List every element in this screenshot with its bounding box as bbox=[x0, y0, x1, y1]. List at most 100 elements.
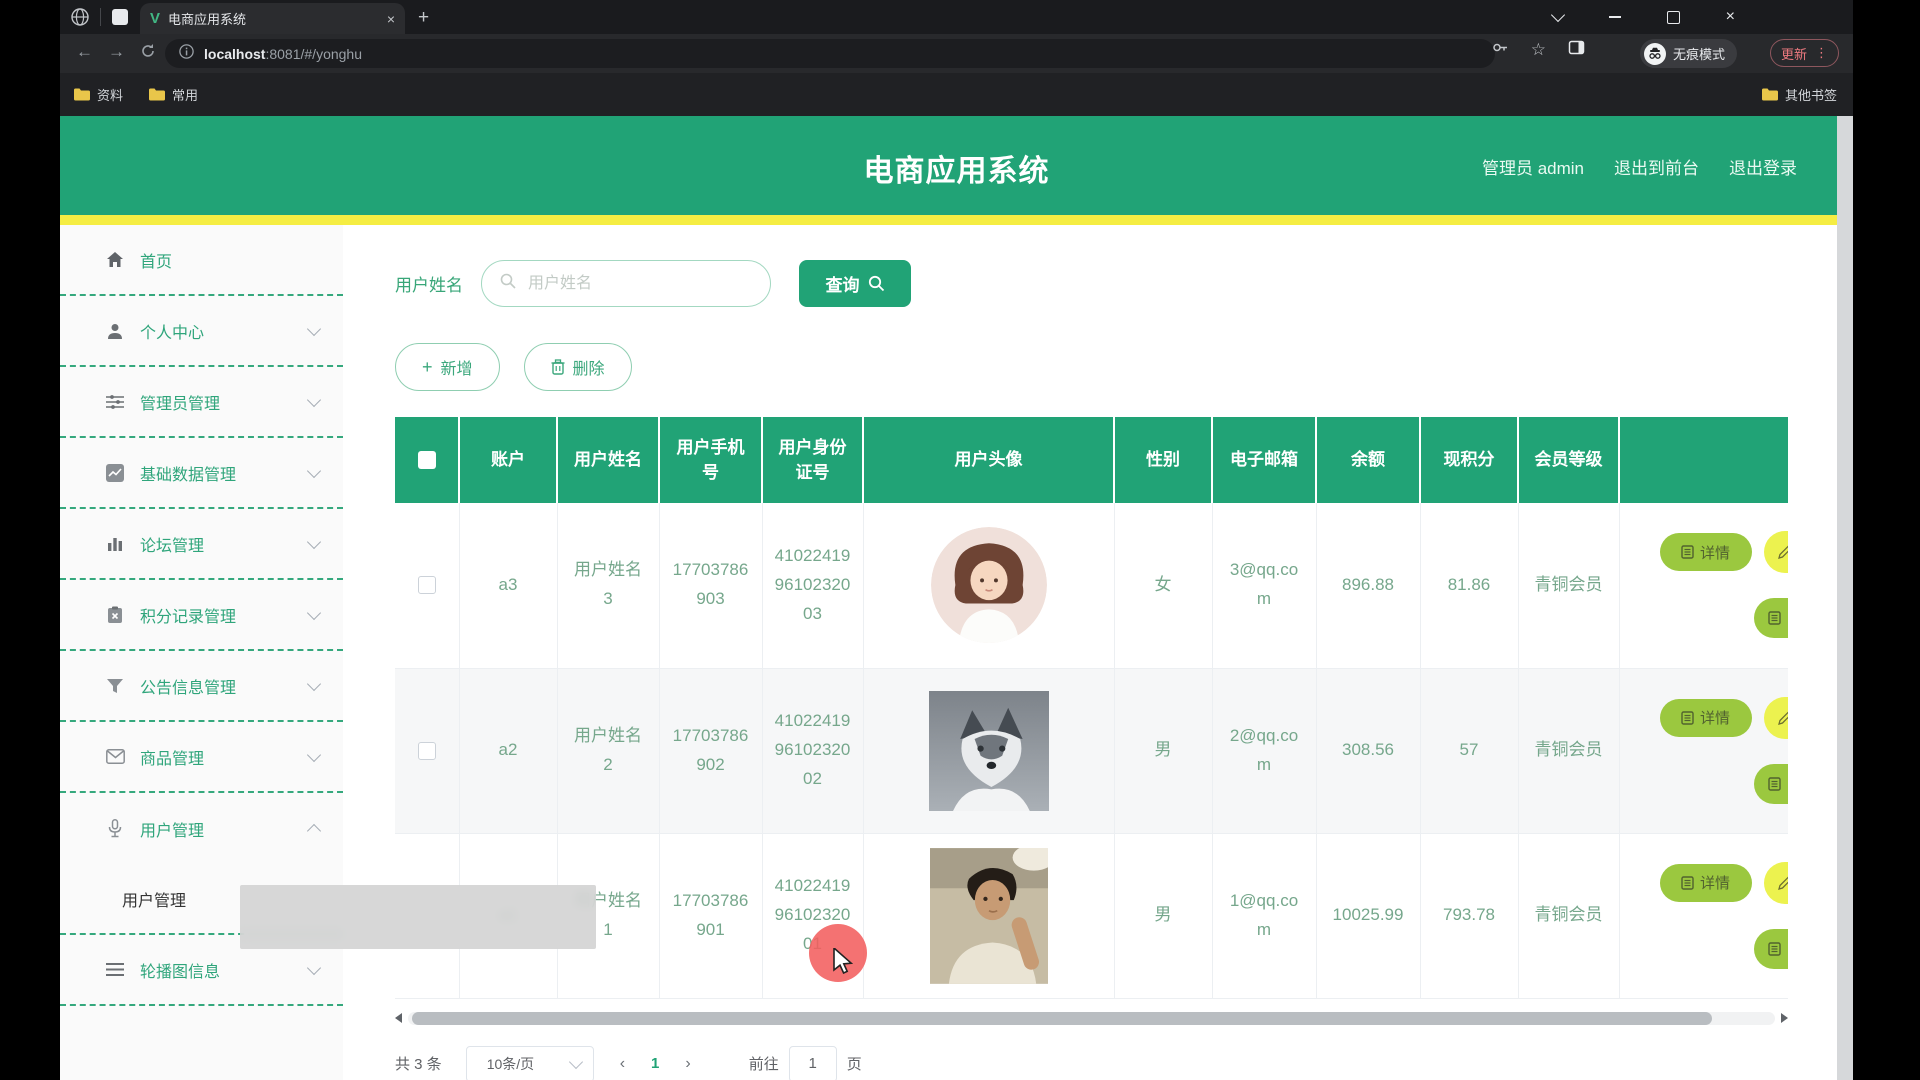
window-close-icon[interactable]: × bbox=[1726, 9, 1735, 25]
row-checkbox[interactable] bbox=[418, 742, 436, 760]
sidebar-item-admin-management[interactable]: 管理员管理 bbox=[60, 367, 343, 438]
cell-actions: 详情 bbox=[1619, 503, 1788, 668]
search-input[interactable] bbox=[481, 260, 771, 307]
sliders-icon bbox=[104, 394, 126, 410]
cell-actions: 详情 bbox=[1619, 833, 1788, 998]
document-icon bbox=[1768, 777, 1781, 791]
forward-icon[interactable]: → bbox=[108, 42, 125, 62]
chevron-down-icon bbox=[307, 960, 321, 974]
sidebar-item-announcements[interactable]: 公告信息管理 bbox=[60, 651, 343, 722]
url-path: :8081/#/yonghu bbox=[265, 46, 362, 62]
bookmark-label: 资料 bbox=[97, 85, 123, 104]
sidebar-item-products[interactable]: 商品管理 bbox=[60, 722, 343, 793]
delete-row-button[interactable] bbox=[1754, 598, 1789, 638]
prev-page-button[interactable]: ‹ bbox=[620, 1055, 625, 1073]
sidebar-item-label: 管理员管理 bbox=[140, 390, 309, 414]
trash-icon bbox=[551, 359, 565, 375]
add-button[interactable]: + 新增 bbox=[395, 343, 500, 391]
sidebar-item-forum[interactable]: 论坛管理 bbox=[60, 509, 343, 580]
tab-title: 电商应用系统 bbox=[168, 9, 381, 28]
sidebar-item-users[interactable]: 用户管理 bbox=[60, 793, 343, 864]
cell-account: a2 bbox=[459, 668, 557, 833]
edit-button[interactable] bbox=[1764, 862, 1789, 904]
sidebar-item-basic-data[interactable]: 基础数据管理 bbox=[60, 438, 343, 509]
incognito-label: 无痕模式 bbox=[1673, 44, 1725, 63]
address-bar[interactable]: localhost:8081/#/yonghu bbox=[165, 39, 1495, 68]
cell-level: 青铜会员 bbox=[1518, 503, 1619, 668]
browser-tab[interactable]: V 电商应用系统 × bbox=[140, 3, 405, 34]
bookmark-star-icon[interactable]: ☆ bbox=[1531, 40, 1546, 60]
window-menu-icon[interactable] bbox=[1551, 8, 1565, 22]
page-size-select[interactable]: 10条/页 bbox=[466, 1046, 594, 1080]
minimize-icon[interactable] bbox=[1609, 16, 1621, 18]
delete-row-button[interactable] bbox=[1754, 929, 1789, 969]
tab-close-icon[interactable]: × bbox=[387, 11, 395, 27]
globe-icon[interactable] bbox=[70, 7, 90, 32]
update-chip[interactable]: 更新 ⋮ bbox=[1770, 39, 1839, 67]
cell-points: 57 bbox=[1420, 668, 1518, 833]
scroll-left-icon[interactable] bbox=[395, 1013, 402, 1023]
edit-button[interactable] bbox=[1764, 531, 1789, 573]
delete-button[interactable]: 删除 bbox=[524, 343, 632, 391]
sidebar-item-label: 用户管理 bbox=[140, 817, 309, 841]
sidebar-item-personal-center[interactable]: 个人中心 bbox=[60, 296, 343, 367]
more-menu-icon[interactable]: ⋮ bbox=[1815, 45, 1828, 61]
chevron-down-icon bbox=[307, 463, 321, 477]
cell-name: 用户姓名3 bbox=[557, 503, 659, 668]
query-button-label: 查询 bbox=[826, 271, 860, 296]
sidebar-item-points-records[interactable]: 积分记录管理 bbox=[60, 580, 343, 651]
current-page-number[interactable]: 1 bbox=[651, 1055, 659, 1072]
detail-button[interactable]: 详情 bbox=[1660, 533, 1752, 571]
app-header: 电商应用系统 管理员 admin 退出到前台 退出登录 bbox=[60, 116, 1853, 215]
mail-icon bbox=[104, 749, 126, 764]
mouse-cursor bbox=[832, 948, 856, 979]
horizontal-scrollbar[interactable] bbox=[395, 1011, 1788, 1026]
logout-link[interactable]: 退出登录 bbox=[1729, 154, 1797, 179]
users-table-container: 账户 用户姓名 用户手机号 用户身份证号 用户头像 性别 电子邮箱 余额 现积分… bbox=[395, 417, 1788, 999]
key-icon[interactable] bbox=[1492, 39, 1509, 61]
back-icon[interactable]: ← bbox=[76, 42, 93, 62]
sidebar-item-label: 轮播图信息 bbox=[140, 958, 309, 982]
sidebar-item-label: 个人中心 bbox=[140, 319, 309, 343]
funnel-icon bbox=[104, 677, 126, 695]
query-button[interactable]: 查询 bbox=[799, 260, 911, 307]
scrollbar-track[interactable] bbox=[408, 1012, 1775, 1025]
detail-button[interactable]: 详情 bbox=[1660, 699, 1752, 737]
other-bookmarks[interactable]: 其他书签 bbox=[1762, 85, 1837, 104]
reload-icon[interactable] bbox=[140, 43, 156, 64]
document-icon bbox=[1681, 711, 1694, 725]
bookmark-folder[interactable]: 常用 bbox=[149, 85, 198, 104]
new-tab-button[interactable]: + bbox=[418, 5, 429, 31]
pencil-icon bbox=[1778, 876, 1789, 890]
scrollbar-thumb[interactable] bbox=[412, 1012, 1712, 1025]
sidebar-item-home[interactable]: 首页 bbox=[60, 225, 343, 296]
pinned-app-icon[interactable] bbox=[112, 9, 128, 25]
microphone-icon bbox=[104, 819, 126, 838]
sidebar-item-label: 公告信息管理 bbox=[140, 674, 309, 698]
cell-id-number: 410224199610232002 bbox=[762, 668, 863, 833]
page-size-value: 10条/页 bbox=[487, 1054, 534, 1074]
bookmark-folder[interactable]: 资料 bbox=[74, 85, 123, 104]
detail-button[interactable]: 详情 bbox=[1660, 864, 1752, 902]
admin-user-label: 管理员 admin bbox=[1482, 154, 1584, 179]
site-info-icon[interactable] bbox=[179, 44, 194, 64]
edit-button[interactable] bbox=[1764, 697, 1789, 739]
select-all-checkbox[interactable] bbox=[418, 451, 436, 469]
username-search-field[interactable] bbox=[526, 274, 752, 294]
scroll-right-icon[interactable] bbox=[1781, 1013, 1788, 1023]
document-icon bbox=[1681, 876, 1694, 890]
plus-icon: + bbox=[422, 357, 433, 378]
sidebar-item-label: 首页 bbox=[140, 248, 319, 272]
delete-row-button[interactable] bbox=[1754, 764, 1789, 804]
husky-dog-avatar bbox=[929, 691, 1049, 811]
next-page-button[interactable]: › bbox=[685, 1055, 690, 1073]
row-checkbox[interactable] bbox=[418, 576, 436, 594]
goto-page-input[interactable] bbox=[789, 1046, 837, 1080]
cell-gender: 女 bbox=[1114, 503, 1212, 668]
restore-icon[interactable] bbox=[1667, 11, 1680, 24]
vertical-scrollbar[interactable] bbox=[1837, 116, 1853, 1080]
exit-to-front-link[interactable]: 退出到前台 bbox=[1614, 154, 1699, 179]
table-row: a3 用户姓名3 17703786903 410224199610232003 … bbox=[395, 503, 1788, 668]
cell-phone: 17703786901 bbox=[659, 833, 762, 998]
side-panel-icon[interactable] bbox=[1568, 39, 1585, 61]
